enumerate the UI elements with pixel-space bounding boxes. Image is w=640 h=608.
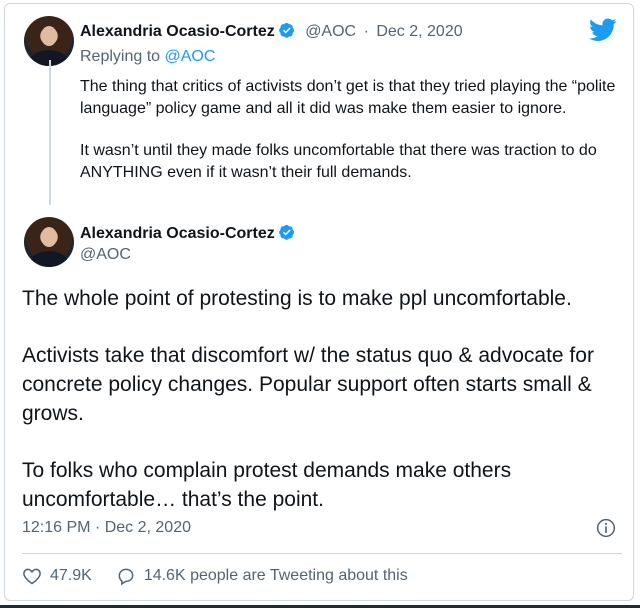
main-paragraph: Activists take that discomfort w/ the st… — [22, 344, 594, 425]
avatar-shoulders — [30, 251, 68, 267]
avatar-face — [41, 26, 57, 46]
replying-to-handle-link[interactable]: @AOC — [165, 48, 216, 65]
main-paragraph: To folks who complain protest demands ma… — [22, 459, 512, 511]
avatar-face — [41, 227, 57, 247]
divider — [22, 553, 622, 554]
main-tweet-header: Alexandria Ocasio-Cortez — [80, 224, 295, 243]
tweet-actions: 47.9K 14.6K people are Tweeting about th… — [22, 566, 408, 586]
thread-connector-line — [49, 60, 51, 205]
separator-dot: · — [363, 23, 369, 40]
replying-to-prefix: Replying to — [80, 48, 165, 65]
main-paragraph: The whole point of protesting is to make… — [22, 287, 572, 310]
tweet-timestamp[interactable]: 12:16 PM · Dec 2, 2020 — [22, 519, 191, 537]
tweeting-about-text: 14.6K people are Tweeting about this — [143, 567, 408, 584]
reply-tweet-text: The thing that critics of activists don’… — [80, 76, 620, 204]
reply-paragraph: It wasn’t until they made folks uncomfor… — [80, 142, 597, 181]
author-name[interactable]: Alexandria Ocasio-Cortez — [80, 23, 275, 40]
reply-tweet-header: Alexandria Ocasio-Cortez @AOC · Dec 2, 2… — [80, 22, 463, 41]
tweeting-about-link[interactable]: 14.6K people are Tweeting about this — [116, 566, 408, 586]
verified-badge-icon — [278, 224, 294, 240]
main-tweet-text: The whole point of protesting is to make… — [22, 284, 622, 542]
comment-icon — [118, 568, 134, 586]
twitter-bird-icon[interactable] — [589, 18, 617, 42]
replying-to: Replying to @AOC — [80, 48, 215, 66]
like-count: 47.9K — [50, 567, 92, 584]
verified-badge-icon — [278, 22, 294, 38]
avatar[interactable] — [24, 217, 74, 267]
avatar[interactable] — [24, 16, 74, 66]
author-handle[interactable]: @AOC — [80, 246, 131, 264]
reply-paragraph: The thing that critics of activists don’… — [80, 78, 616, 117]
author-handle[interactable]: @AOC — [305, 23, 356, 40]
tweet-date[interactable]: Dec 2, 2020 — [376, 23, 462, 40]
heart-icon — [23, 568, 41, 585]
like-button[interactable]: 47.9K — [22, 566, 92, 586]
info-icon[interactable] — [596, 518, 616, 538]
author-name[interactable]: Alexandria Ocasio-Cortez — [80, 225, 275, 242]
